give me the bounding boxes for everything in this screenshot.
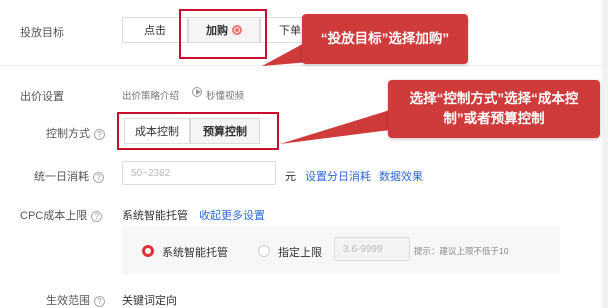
daily-budget-unit: 元 <box>285 171 296 183</box>
control-label-text: 控制方式 <box>46 128 90 140</box>
video-link[interactable]: 秒懂视频 <box>206 88 244 102</box>
callout-goal-text: “投放目标”选择加购” <box>320 31 450 46</box>
cpc-limit-value: 系统智能托管 <box>122 210 188 222</box>
scrollbar[interactable] <box>602 0 608 308</box>
help-icon[interactable]: ? <box>94 295 105 307</box>
daily-budget-placeholder: 50~2382 <box>131 167 171 179</box>
callout-control: 选择“控制方式”选择“成本控制”或者预算控制 <box>388 80 600 138</box>
radio-auto-label[interactable]: 系统智能托管 <box>162 244 228 260</box>
highlight-box-control <box>117 112 279 150</box>
data-effect-link[interactable]: 数据效果 <box>379 168 423 184</box>
radio-manual[interactable] <box>258 245 270 257</box>
radio-manual-label[interactable]: 指定上限 <box>278 244 322 260</box>
effective-scope-label: 生效范围? <box>46 292 105 308</box>
radio-auto[interactable] <box>142 245 154 257</box>
targeting-label: 投放目标 <box>20 27 64 39</box>
daily-budget-input[interactable]: 50~2382 <box>122 161 276 185</box>
manual-limit-input[interactable]: 3.6-9999 <box>334 237 410 261</box>
help-icon[interactable]: ? <box>94 128 105 140</box>
cpc-limit-label-text: CPC成本上限 <box>20 210 88 222</box>
effective-scope-label-text: 生效范围 <box>46 295 90 307</box>
goal-option-order-label: 下单 <box>279 25 301 37</box>
daily-budget-label: 统一日消耗? <box>34 168 104 184</box>
highlight-box-goal <box>179 9 267 59</box>
callout-control-pointer <box>280 110 390 144</box>
daily-budget-label-text: 统一日消耗 <box>34 171 89 183</box>
set-daily-link[interactable]: 设置分日消耗 <box>305 168 371 184</box>
callout-goal: “投放目标”选择加购” <box>302 14 468 64</box>
callout-control-text: 选择“控制方式”选择“成本控制”或者预算控制 <box>409 91 579 126</box>
help-icon[interactable]: ? <box>93 171 104 183</box>
play-icon <box>192 87 202 97</box>
goal-option-click-label: 点击 <box>144 25 166 37</box>
control-label: 控制方式? <box>46 125 105 141</box>
cpc-limit-label: CPC成本上限? <box>20 207 103 223</box>
manual-limit-placeholder: 3.6-9999 <box>343 243 383 255</box>
strategy-intro-link[interactable]: 出价策略介绍 <box>122 88 179 102</box>
bid-section-label: 出价设置 <box>20 91 64 103</box>
collapse-settings-link[interactable]: 收起更多设置 <box>199 207 265 223</box>
cpc-hint: 提示：建议上限不低于10 <box>414 246 509 256</box>
effective-scope-value: 关键词定向 <box>122 295 177 307</box>
help-icon[interactable]: ? <box>91 210 103 222</box>
